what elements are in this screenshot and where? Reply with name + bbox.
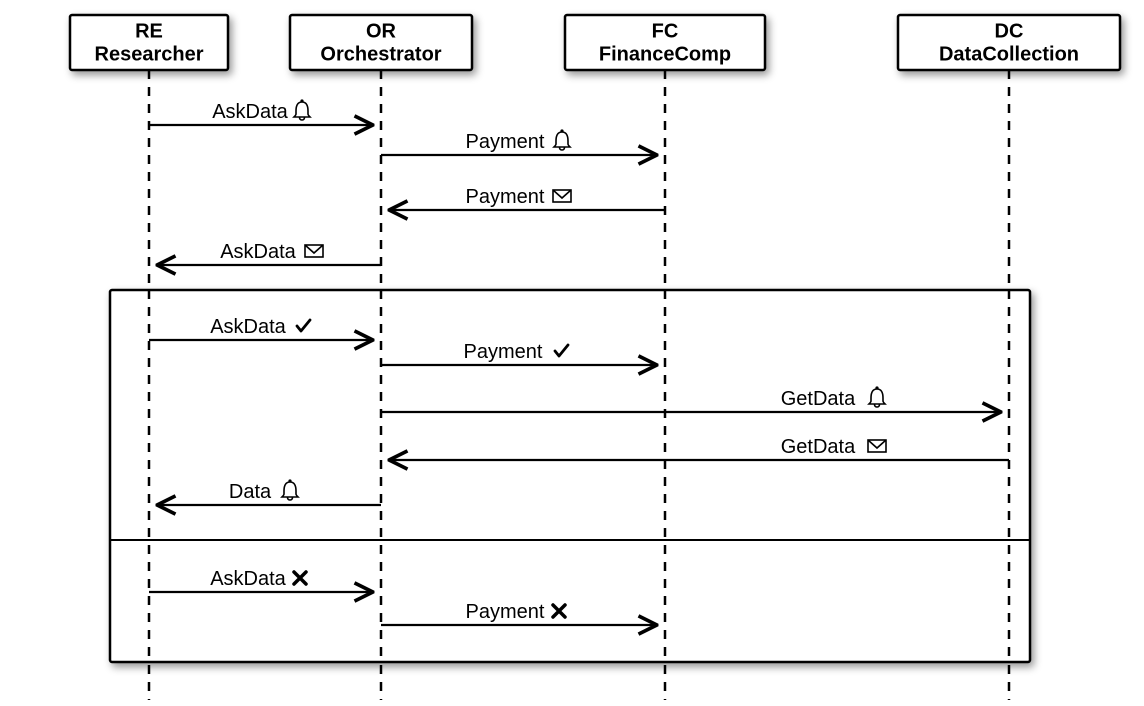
participant-RE-name: Researcher: [95, 43, 204, 65]
svg-text:Data: Data: [229, 481, 272, 503]
message-payment-env-fc-or: Payment: [391, 186, 665, 210]
message-askdata-env-or-re: AskData: [159, 241, 381, 265]
participant-OR: OR Orchestrator: [290, 15, 472, 70]
envelope-icon: [868, 440, 886, 452]
message-askdata-bell-re-or: AskData: [149, 99, 371, 125]
svg-text:AskData: AskData: [210, 316, 286, 338]
participant-DC: DC DataCollection: [898, 15, 1120, 70]
svg-text:AskData: AskData: [220, 241, 296, 263]
bell-icon: [554, 129, 570, 150]
envelope-icon: [305, 245, 323, 257]
svg-text:Payment: Payment: [466, 186, 545, 208]
participant-DC-code: DC: [995, 20, 1024, 42]
svg-text:GetData: GetData: [781, 436, 856, 458]
message-payment-bell-or-fc: Payment: [381, 129, 655, 155]
svg-text:AskData: AskData: [212, 101, 288, 123]
participant-FC-name: FinanceComp: [599, 43, 731, 65]
combined-fragment: [110, 290, 1030, 662]
participant-FC: FC FinanceComp: [565, 15, 765, 70]
participant-OR-name: Orchestrator: [320, 43, 441, 65]
participant-OR-code: OR: [366, 20, 397, 42]
svg-text:Payment: Payment: [466, 131, 545, 153]
participant-DC-name: DataCollection: [939, 43, 1079, 65]
svg-text:GetData: GetData: [781, 388, 856, 410]
sequence-diagram: RE Researcher OR Orchestrator FC Finance…: [0, 0, 1144, 706]
bell-icon: [294, 99, 310, 120]
participant-FC-code: FC: [652, 20, 679, 42]
participant-RE: RE Researcher: [70, 15, 228, 70]
participant-RE-code: RE: [135, 20, 163, 42]
svg-text:Payment: Payment: [464, 341, 543, 363]
envelope-icon: [553, 190, 571, 202]
svg-text:Payment: Payment: [466, 601, 545, 623]
svg-text:AskData: AskData: [210, 568, 286, 590]
